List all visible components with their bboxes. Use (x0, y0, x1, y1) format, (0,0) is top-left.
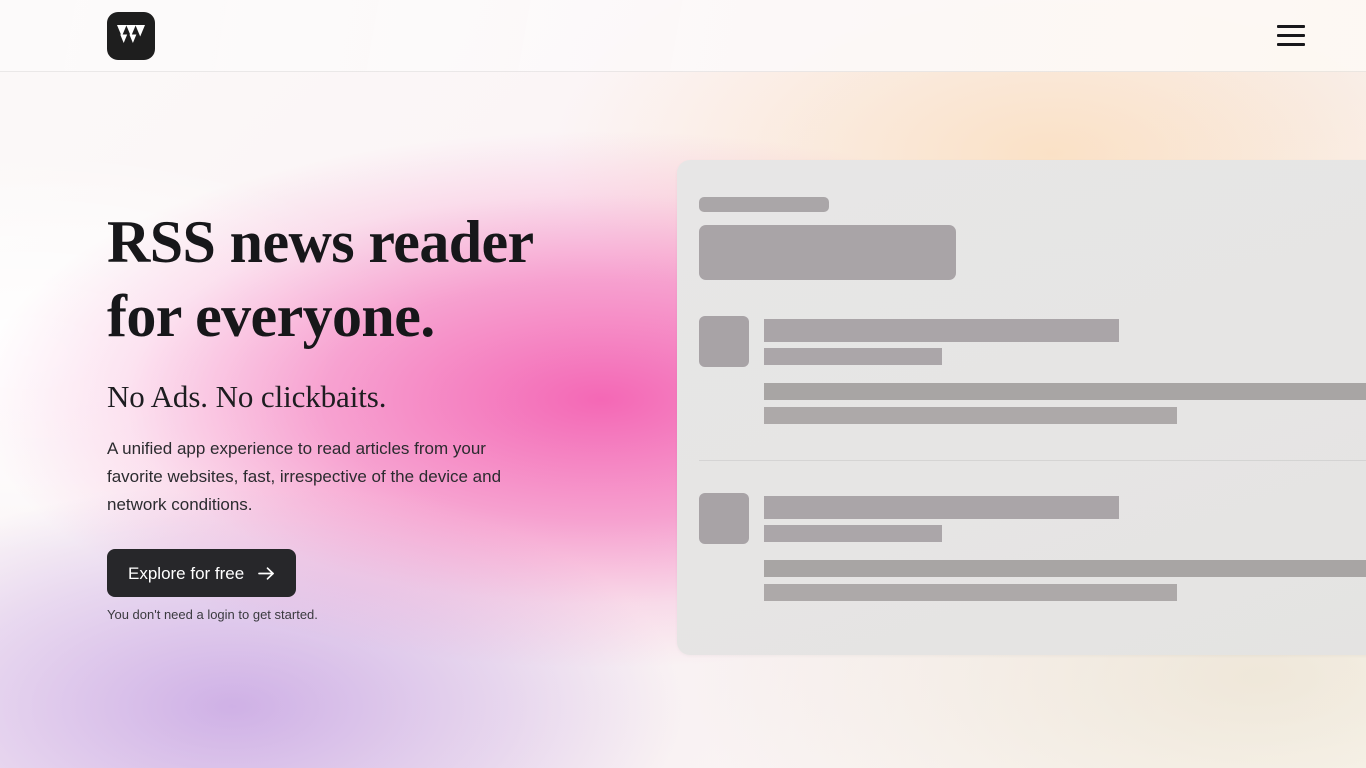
arrow-right-icon (258, 566, 275, 581)
skeleton-text-line (764, 584, 1177, 601)
explore-for-free-button[interactable]: Explore for free (107, 549, 297, 597)
landing-page: RSS news reader for everyone. No Ads. No… (0, 0, 1366, 768)
w-logo-icon[interactable] (107, 11, 155, 60)
skeleton-kicker-bar (699, 197, 829, 212)
skeleton-meta-bar (764, 525, 942, 542)
skeleton-thumbnail (699, 493, 749, 544)
skeleton-title-bar (764, 319, 1119, 342)
hero-description: A unified app experience to read article… (107, 439, 502, 514)
menu-bar-top (1277, 25, 1305, 28)
skeleton-divider (699, 460, 1366, 461)
cta-note: You don't need a login to get started. (107, 607, 318, 622)
skeleton-text-line (764, 407, 1177, 424)
skeleton-text-line (764, 383, 1366, 400)
skeleton-text-line (764, 560, 1366, 577)
menu-bar-bottom (1277, 43, 1305, 46)
hero-subheadline: No Ads. No clickbaits. (107, 379, 387, 414)
page-title: RSS news reader for everyone. (107, 209, 534, 349)
skeleton-thumbnail (699, 316, 749, 367)
skeleton-hero-block (699, 225, 956, 280)
hero-section: RSS news reader for everyone. No Ads. No… (107, 205, 627, 622)
loading-skeleton-preview (677, 160, 1366, 655)
hamburger-menu-icon[interactable] (1271, 16, 1311, 56)
menu-bar-middle (1277, 34, 1305, 37)
skeleton-meta-bar (764, 348, 942, 365)
skeleton-title-bar (764, 496, 1119, 519)
site-header (0, 0, 1366, 72)
cta-label: Explore for free (128, 563, 245, 583)
cta-row: Explore for free You don't need a login … (107, 549, 627, 622)
